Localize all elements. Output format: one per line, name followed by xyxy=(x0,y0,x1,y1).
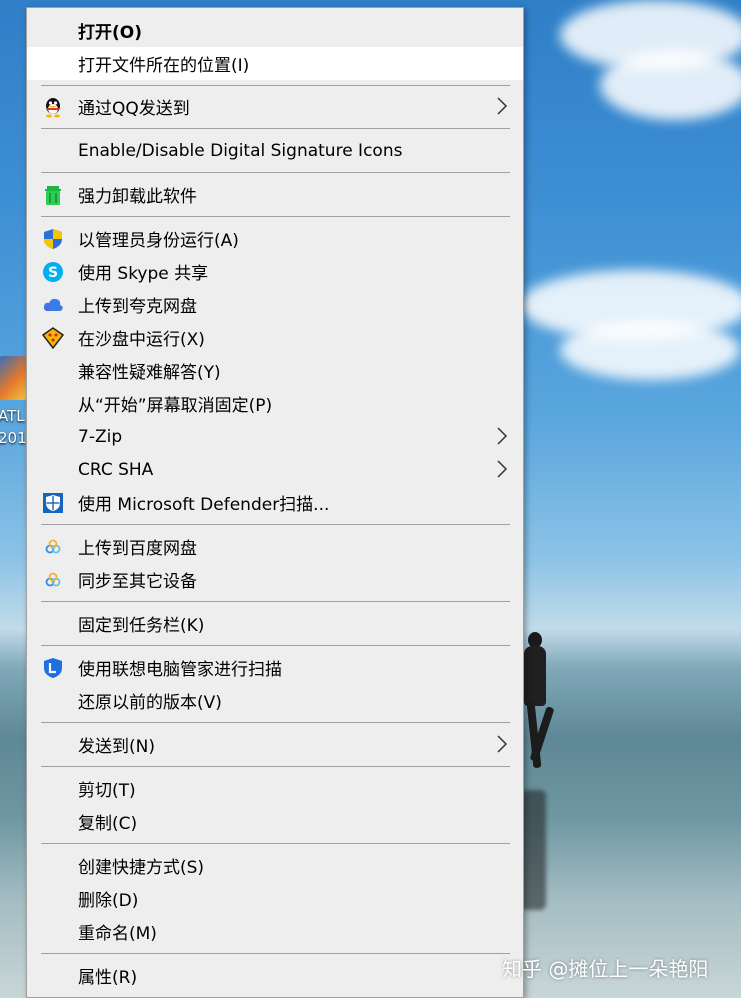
menu-item-send-via-qq[interactable]: 通过QQ发送到 xyxy=(27,90,523,123)
menu-item-label: 复制(C) xyxy=(78,814,138,834)
menu-item-force-uninstall[interactable]: 强力卸载此软件 xyxy=(27,178,523,211)
chevron-right-icon xyxy=(497,460,508,478)
menu-item-label: 上传到夸克网盘 xyxy=(78,297,197,317)
menu-item-label: 以管理员身份运行(A) xyxy=(78,231,239,251)
menu-item-label: 打开(O) xyxy=(78,23,142,43)
menu-item-label: 打开文件所在的位置(I) xyxy=(78,56,250,76)
chevron-right-icon xyxy=(497,735,508,753)
defender-shield-icon xyxy=(43,493,63,513)
menu-separator xyxy=(41,601,510,602)
menu-separator xyxy=(41,766,510,767)
menu-item-run-as-admin[interactable]: 以管理员身份运行(A) xyxy=(27,222,523,255)
menu-item-defender-scan[interactable]: 使用 Microsoft Defender扫描... xyxy=(27,486,523,519)
menu-item-copy[interactable]: 复制(C) xyxy=(27,805,523,838)
menu-item-rename[interactable]: 重命名(M) xyxy=(27,915,523,948)
menu-separator xyxy=(41,524,510,525)
menu-item-upload-baidu[interactable]: 上传到百度网盘 xyxy=(27,530,523,563)
menu-item-crc-sha[interactable]: CRC SHA xyxy=(27,453,523,486)
menu-item-label: 删除(D) xyxy=(78,891,139,911)
sandbox-icon xyxy=(42,327,64,349)
menu-item-delete[interactable]: 删除(D) xyxy=(27,882,523,915)
skype-icon: S xyxy=(43,262,63,282)
desktop-icon-label: 201 xyxy=(0,429,27,447)
menu-item-label: 7-Zip xyxy=(78,426,123,447)
menu-separator xyxy=(41,722,510,723)
menu-item-run-in-sandbox[interactable]: 在沙盘中运行(X) xyxy=(27,321,523,354)
menu-separator xyxy=(41,843,510,844)
menu-item-send-to[interactable]: 发送到(N) xyxy=(27,728,523,761)
menu-item-label: 使用 Skype 共享 xyxy=(78,264,209,284)
qq-penguin-icon xyxy=(46,98,60,118)
baidu-netdisk-icon xyxy=(45,539,61,554)
menu-item-label: 兼容性疑难解答(Y) xyxy=(78,363,221,383)
chevron-right-icon xyxy=(497,427,508,445)
menu-separator xyxy=(41,216,510,217)
menu-item-troubleshoot-compatibility[interactable]: 兼容性疑难解答(Y) xyxy=(27,354,523,387)
menu-separator xyxy=(41,128,510,129)
matlab-icon xyxy=(0,356,26,400)
menu-item-label: Enable/Disable Digital Signature Icons xyxy=(78,140,403,161)
zhihu-watermark: 知乎 @摊位上一朵艳阳 xyxy=(502,957,709,981)
menu-separator xyxy=(41,953,510,954)
menu-item-label: 在沙盘中运行(X) xyxy=(78,330,205,350)
context-menu: 打开(O) 打开文件所在的位置(I) 通过QQ发送到 Enable/Disabl… xyxy=(26,7,524,998)
menu-item-label: 剪切(T) xyxy=(78,781,136,801)
menu-item-create-shortcut[interactable]: 创建快捷方式(S) xyxy=(27,849,523,882)
menu-item-label: 使用 Microsoft Defender扫描... xyxy=(78,495,330,515)
menu-item-cut[interactable]: 剪切(T) xyxy=(27,772,523,805)
menu-item-unpin-from-start[interactable]: 从“开始”屏幕取消固定(P) xyxy=(27,387,523,420)
menu-item-label: 通过QQ发送到 xyxy=(78,99,190,119)
menu-item-label: 重命名(M) xyxy=(78,924,157,944)
menu-item-lenovo-scan[interactable]: 使用联想电脑管家进行扫描 xyxy=(27,651,523,684)
menu-item-properties[interactable]: 属性(R) xyxy=(27,959,523,992)
menu-item-label: 属性(R) xyxy=(78,968,138,988)
lenovo-shield-icon xyxy=(44,658,62,678)
desktop-matlab-shortcut[interactable]: ATL 201 xyxy=(0,352,28,452)
desktop-icon-label: ATL xyxy=(0,407,25,425)
menu-item-label: 使用联想电脑管家进行扫描 xyxy=(78,660,282,680)
uac-shield-icon xyxy=(44,229,62,249)
menu-item-share-with-skype[interactable]: S 使用 Skype 共享 xyxy=(27,255,523,288)
menu-item-open-file-location[interactable]: 打开文件所在的位置(I) xyxy=(27,47,523,80)
menu-item-pin-to-taskbar[interactable]: 固定到任务栏(K) xyxy=(27,607,523,640)
cloud xyxy=(600,50,741,120)
baidu-netdisk-icon xyxy=(45,572,61,587)
menu-item-label: 同步至其它设备 xyxy=(78,572,197,592)
menu-item-label: 还原以前的版本(V) xyxy=(78,693,222,713)
menu-separator xyxy=(41,172,510,173)
menu-separator xyxy=(41,85,510,86)
cloud-icon xyxy=(43,298,63,311)
menu-item-upload-quark[interactable]: 上传到夸克网盘 xyxy=(27,288,523,321)
menu-item-label: 从“开始”屏幕取消固定(P) xyxy=(78,396,273,416)
menu-item-label: 固定到任务栏(K) xyxy=(78,616,205,636)
menu-item-open[interactable]: 打开(O) xyxy=(27,14,523,47)
menu-item-label: 上传到百度网盘 xyxy=(78,539,197,559)
menu-item-label: 创建快捷方式(S) xyxy=(78,858,205,878)
cloud xyxy=(560,320,740,380)
runner-silhouette xyxy=(522,632,555,782)
menu-item-label: CRC SHA xyxy=(78,459,154,480)
menu-item-sync-devices[interactable]: 同步至其它设备 xyxy=(27,563,523,596)
menu-item-7zip[interactable]: 7-Zip xyxy=(27,420,523,453)
menu-item-digital-signature-icons[interactable]: Enable/Disable Digital Signature Icons xyxy=(27,134,523,167)
menu-item-label: 强力卸载此软件 xyxy=(78,187,197,207)
chevron-right-icon xyxy=(497,97,508,115)
svg-text:S: S xyxy=(48,265,58,281)
trash-can-icon xyxy=(45,186,61,205)
menu-separator xyxy=(41,645,510,646)
menu-item-label: 发送到(N) xyxy=(78,737,155,757)
menu-item-restore-previous-versions[interactable]: 还原以前的版本(V) xyxy=(27,684,523,717)
